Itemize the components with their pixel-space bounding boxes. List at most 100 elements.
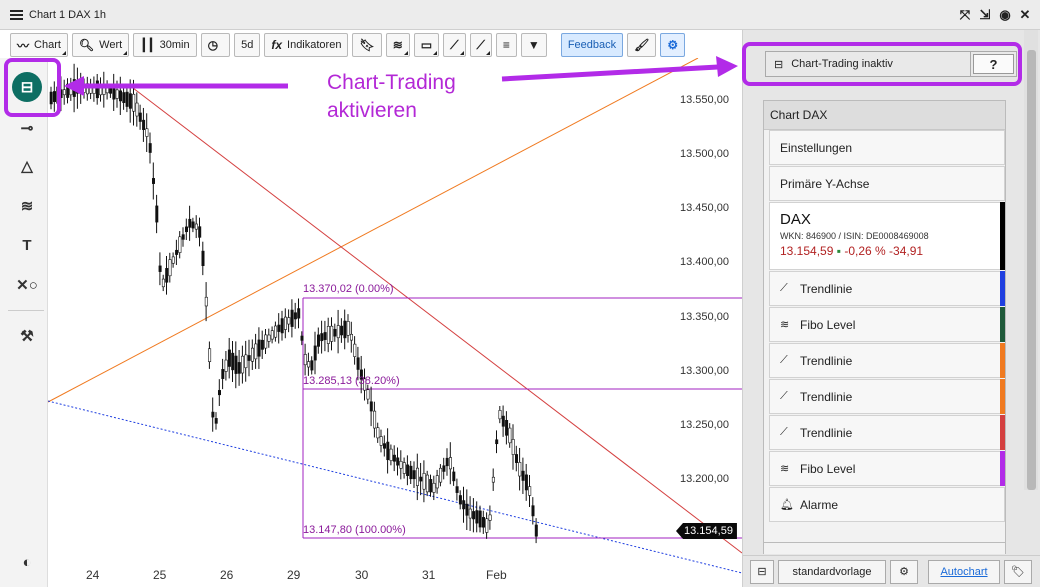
candle-body [198, 226, 202, 238]
brush-button[interactable]: 🖌︎ [627, 33, 657, 57]
feedback-button[interactable]: Feedback [560, 33, 624, 57]
candle-body [191, 221, 195, 229]
object-item[interactable]: ⟋ Trendlinie [769, 271, 1005, 306]
template-settings-button[interactable]: ⚙ [890, 559, 918, 584]
fibo-draw-button[interactable]: ≋ [385, 33, 410, 57]
sidebar-divider [8, 310, 44, 311]
menu-icon[interactable] [10, 9, 23, 20]
candle-body [382, 443, 386, 449]
fibo-icon: ≋ [392, 38, 403, 52]
tools-icon[interactable]: ⚒ [13, 322, 41, 350]
shapes-tool-icon[interactable]: ✕○ [13, 271, 41, 299]
candle-body [455, 486, 459, 493]
candle-body [218, 390, 222, 396]
object-color-bar [1000, 379, 1005, 414]
candle-body [346, 321, 350, 336]
candle-body [491, 476, 495, 483]
price-axis-label: 13.300,00 [680, 365, 729, 377]
y-axis-item[interactable]: Primäre Y-Achse [769, 166, 1005, 201]
trendline-draw-button[interactable]: ⟋ [443, 33, 466, 57]
object-item[interactable]: ⟋ Trendlinie [769, 379, 1005, 414]
instrument-card[interactable]: DAX WKN: 846900 / ISIN: DE0008469008 13.… [769, 202, 1005, 270]
candle-body [76, 82, 80, 94]
rectangle-icon: ▭ [420, 38, 433, 52]
range-label: 5d [241, 39, 254, 51]
interval-button[interactable]: ┃┃ 30min [133, 33, 197, 57]
candle-body [392, 454, 396, 462]
autochart-button[interactable]: Autochart [928, 559, 1000, 584]
trendline-blue[interactable] [48, 400, 742, 574]
line-tool-icon[interactable]: ⊸ [13, 114, 41, 142]
candle-body [251, 347, 255, 362]
candle-body [495, 439, 499, 445]
object-item[interactable]: ≋ Fibo Level [769, 451, 1005, 486]
candle-body [425, 474, 429, 493]
candle-body [458, 495, 462, 505]
candle-body [79, 83, 83, 94]
price-chart[interactable] [48, 58, 742, 587]
instrument-ids: WKN: 846900 / ISIN: DE0008469008 [780, 231, 929, 241]
scrollbar-thumb[interactable] [1027, 50, 1036, 490]
settings-item[interactable]: Einstellungen [769, 130, 1005, 165]
trendline-icon: ⟋ [780, 282, 788, 294]
panel-scrollbar[interactable] [1024, 30, 1038, 490]
contrast-icon[interactable]: ◐ [13, 548, 41, 576]
list-button[interactable]: ≡ [495, 33, 517, 57]
line-draw-button[interactable]: ⟋ [469, 33, 492, 57]
candle-body [214, 418, 218, 424]
triangle-tool-icon[interactable]: △ [13, 152, 41, 180]
text-tool-icon[interactable]: T [13, 231, 41, 259]
candle-body [204, 296, 208, 307]
candle-body [498, 410, 502, 420]
expand-icon[interactable]: ⤧ [958, 7, 972, 22]
rectangle-draw-button[interactable]: ▭ [413, 33, 440, 57]
more-dropdown-button[interactable]: ▼ [520, 33, 547, 57]
candle-body [353, 343, 357, 357]
settings-button[interactable]: ⚙ [660, 33, 686, 57]
chart-toolbar: 〰 Chart 🔍︎ Wert ┃┃ 30min ◷ 5d fx Indikatoren… [10, 33, 686, 57]
chart-area[interactable]: 13.550,00 13.500,00 13.450,00 13.400,00 … [48, 58, 742, 587]
candle-body [419, 476, 423, 482]
candle-body [148, 143, 152, 153]
object-item[interactable]: ⟋ Trendlinie [769, 415, 1005, 450]
candle-body [488, 514, 492, 521]
candle-body [168, 259, 172, 277]
instrument-name: DAX [780, 211, 811, 228]
indicators-button[interactable]: fx Indikatoren [264, 33, 349, 57]
candle-body [297, 308, 301, 319]
object-label: Trendlinie [800, 281, 853, 296]
candle-body [402, 462, 406, 474]
target-icon[interactable]: ◉ [998, 7, 1012, 22]
tag-button[interactable]: 🏷︎ [1004, 559, 1032, 584]
candle-body [429, 479, 433, 493]
object-item[interactable]: ⟋ Trendlinie [769, 343, 1005, 378]
candle-body [155, 205, 159, 223]
range-5d-button[interactable]: 5d [234, 33, 261, 57]
template-select[interactable]: standardvorlage [778, 559, 886, 584]
candle-body [399, 460, 403, 469]
candle-body [518, 462, 522, 477]
range-button[interactable]: ◷ [200, 33, 231, 57]
candle-body [171, 256, 175, 264]
chart-type-button[interactable]: 〰 Chart [10, 33, 68, 57]
candle-body [244, 354, 248, 369]
panel-bottom-bar: ⊟ standardvorlage ⚙ Autochart 🏷︎ [743, 555, 1040, 587]
alarms-item[interactable]: 🔔︎ Alarme [769, 487, 1005, 522]
candle-body [485, 518, 489, 533]
bookmark-button[interactable]: 🔖︎ [352, 33, 382, 57]
fib-label-100: 13.147,80 (100.00%) [303, 524, 406, 536]
symbol-search-button[interactable]: 🔍︎ Wert [71, 33, 130, 57]
fibo-tool-icon[interactable]: ≋ [13, 192, 41, 220]
layout-button[interactable]: ⊟ [750, 559, 774, 584]
object-item[interactable]: ≋ Fibo Level [769, 307, 1005, 342]
highlight-chart-trading-bar [742, 42, 1022, 86]
detach-icon[interactable]: ⇲ [978, 7, 992, 22]
candle-body [178, 236, 182, 253]
candle-body [349, 333, 353, 341]
candle-body [435, 475, 439, 489]
candle-body [142, 119, 146, 130]
chart-objects-panel: Chart DAX Einstellungen Primäre Y-Achse … [763, 100, 1006, 550]
candle-body [307, 361, 311, 368]
candle-body [379, 436, 383, 446]
close-icon[interactable]: ✕ [1018, 7, 1032, 22]
